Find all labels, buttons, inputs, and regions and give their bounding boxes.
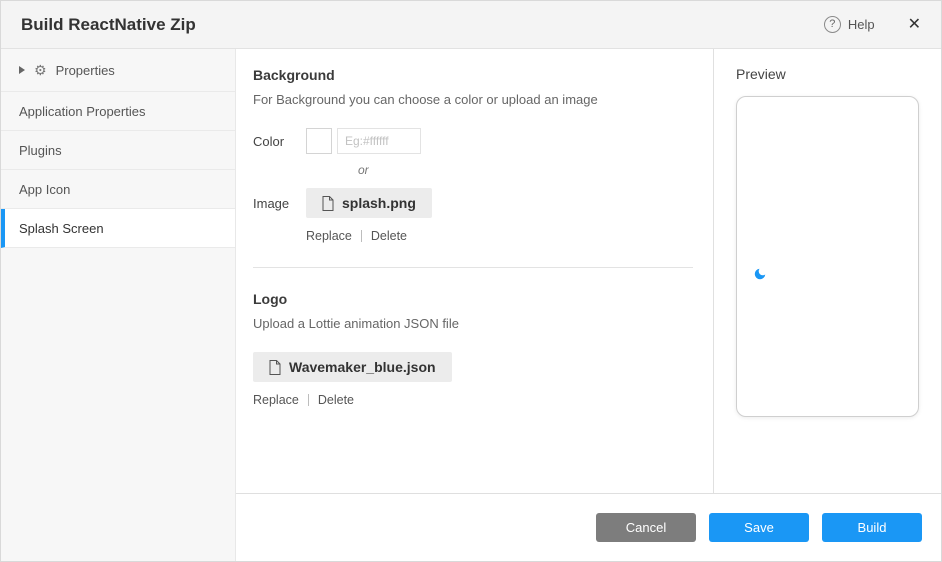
color-input[interactable] [337,128,421,154]
background-delete-link[interactable]: Delete [371,229,407,243]
logo-section-title: Logo [253,291,693,307]
splash-screen-form: Background For Background you can choose… [236,49,713,493]
logo-file-chip[interactable]: Wavemaker_blue.json [253,352,452,382]
document-icon [269,360,281,375]
splash-preview-frame [736,96,919,417]
save-button[interactable]: Save [709,513,809,542]
help-icon[interactable]: ? [824,16,841,33]
background-file-actions: Replace Delete [306,229,693,243]
background-image-file-chip[interactable]: splash.png [306,188,432,218]
color-field-row: Color [253,128,693,154]
vertical-divider [361,230,362,242]
image-field-row: Image splash.png [253,188,693,218]
sidebar-item-app-icon[interactable]: App Icon [1,170,235,209]
header-actions: ? Help ✕ [824,16,921,33]
sidebar-item-plugins[interactable]: Plugins [1,131,235,170]
sidebar-item-splash-screen[interactable]: Splash Screen [1,209,235,248]
dialog-title: Build ReactNative Zip [21,15,196,35]
dialog-body: ⚙ Properties Application Properties Plug… [1,49,941,561]
sidebar: ⚙ Properties Application Properties Plug… [1,49,236,561]
preview-panel: Preview [713,49,941,493]
dialog-footer: Cancel Save Build [236,494,941,561]
background-image-filename: splash.png [342,195,416,211]
caret-right-icon[interactable] [19,66,25,74]
sidebar-item-application-properties[interactable]: Application Properties [1,92,235,131]
preview-title: Preview [736,66,919,82]
logo-section-description: Upload a Lottie animation JSON file [253,316,693,331]
logo-filename: Wavemaker_blue.json [289,359,436,375]
sidebar-item-properties[interactable]: ⚙ Properties [1,49,235,92]
sidebar-item-label: Plugins [19,143,62,158]
image-field-label: Image [253,196,306,211]
dialog-header: Build ReactNative Zip ? Help ✕ [1,1,941,49]
logo-file-actions: Replace Delete [253,393,693,407]
close-icon[interactable]: ✕ [908,17,921,33]
background-replace-link[interactable]: Replace [306,229,352,243]
build-reactnative-zip-dialog: Build ReactNative Zip ? Help ✕ ⚙ Propert… [0,0,942,562]
color-control [306,128,421,154]
moon-icon [753,267,767,281]
section-divider [253,267,693,268]
document-icon [322,196,334,211]
cancel-button[interactable]: Cancel [596,513,696,542]
help-link[interactable]: Help [848,17,875,32]
sidebar-item-label: Application Properties [19,104,145,119]
content-row: Background For Background you can choose… [236,49,941,494]
logo-replace-link[interactable]: Replace [253,393,299,407]
vertical-divider [308,394,309,406]
or-separator-label: or [358,163,693,177]
background-section-description: For Background you can choose a color or… [253,92,693,107]
logo-delete-link[interactable]: Delete [318,393,354,407]
sidebar-item-label: Properties [56,63,115,78]
sidebar-item-label: Splash Screen [19,221,104,236]
color-field-label: Color [253,134,306,149]
color-swatch[interactable] [306,128,332,154]
sidebar-item-label: App Icon [19,182,70,197]
build-button[interactable]: Build [822,513,922,542]
gear-icon: ⚙ [34,62,47,79]
right-column: Background For Background you can choose… [236,49,941,561]
background-section-title: Background [253,67,693,83]
